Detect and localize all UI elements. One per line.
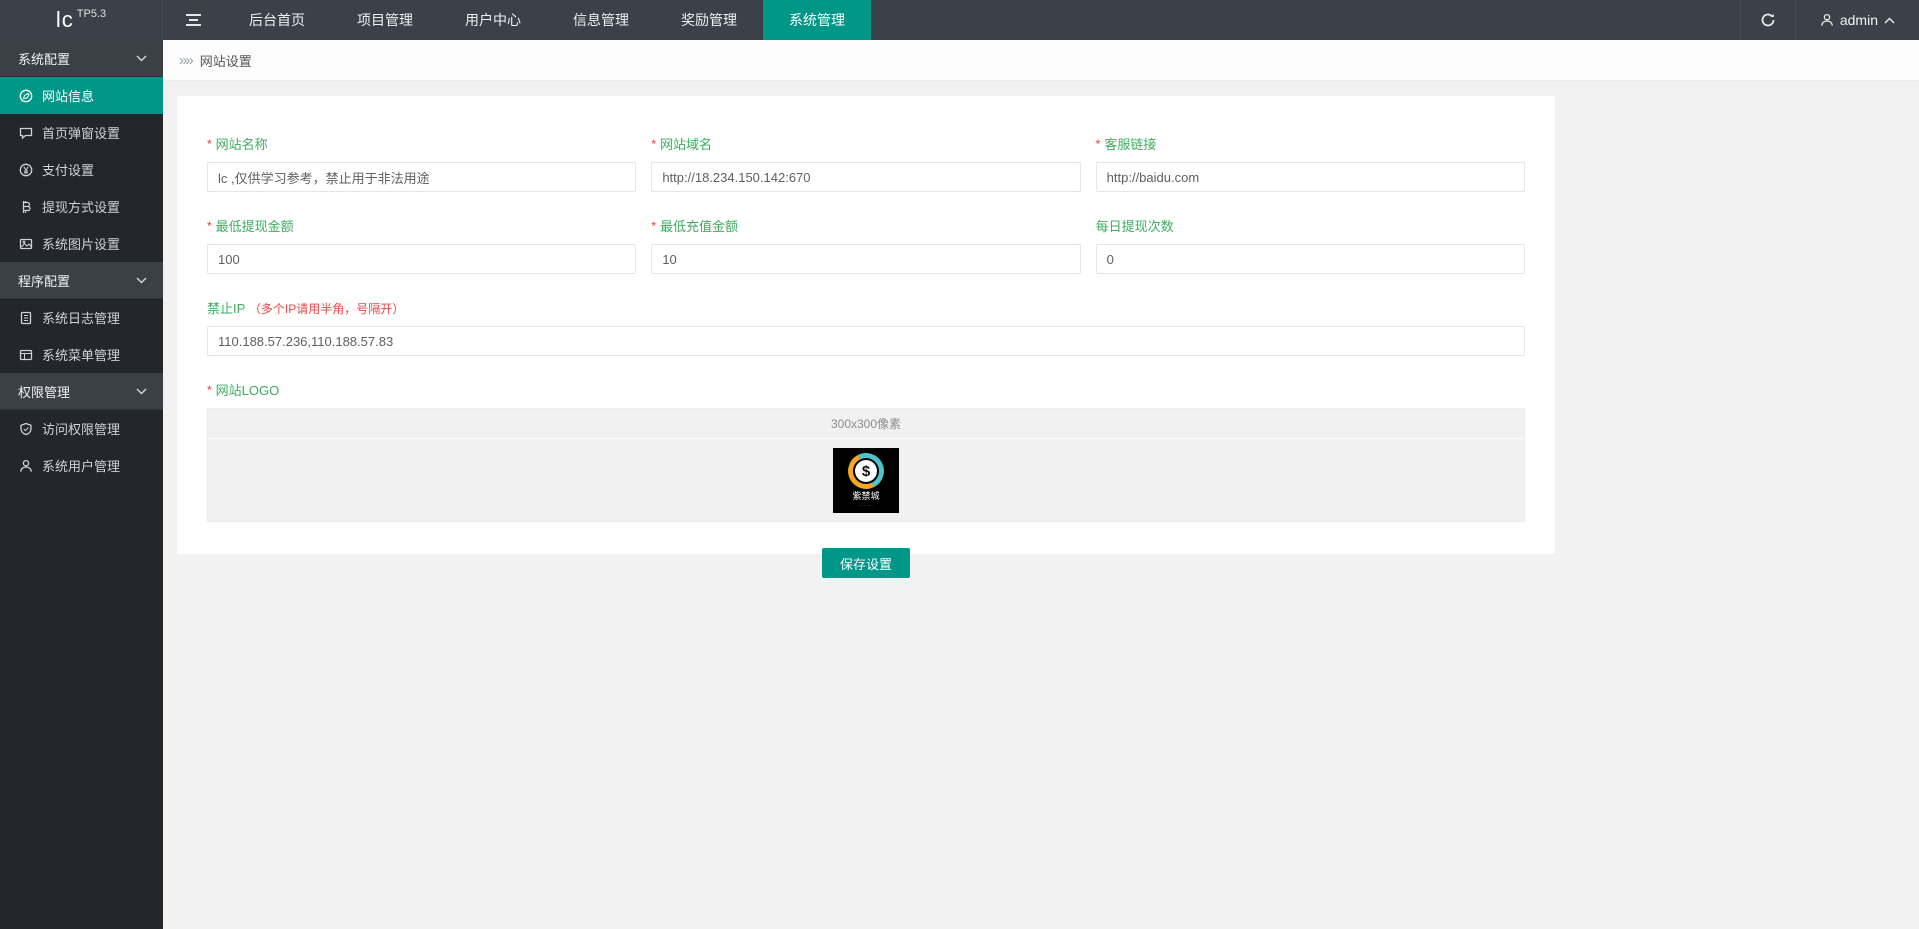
- nav-item-info[interactable]: 信息管理: [547, 0, 655, 40]
- nav-item-rewards[interactable]: 奖励管理: [655, 0, 763, 40]
- chevron-down-icon: [136, 277, 147, 284]
- sidebar-item-system-menus[interactable]: 系统菜单管理: [0, 336, 163, 373]
- field-label: *客服链接: [1096, 134, 1525, 153]
- sidebar-item-site-info[interactable]: 网站信息: [0, 77, 163, 114]
- username: admin: [1840, 12, 1878, 28]
- required-asterisk: *: [207, 219, 212, 233]
- section-title: 权限管理: [18, 382, 70, 401]
- breadcrumb: »» 网站设置: [163, 40, 1919, 81]
- app-logo[interactable]: lc TP5.3: [0, 0, 163, 40]
- sidebar-item-image-settings[interactable]: 系统图片设置: [0, 225, 163, 262]
- sidebar-item-popup-settings[interactable]: 首页弹窗设置: [0, 114, 163, 151]
- nav-item-dashboard[interactable]: 后台首页: [223, 0, 331, 40]
- sidebar-section-program-config[interactable]: 程序配置: [0, 262, 163, 299]
- field-label: 每日提现次数: [1096, 216, 1525, 235]
- field-site-domain: *网站域名: [651, 134, 1080, 192]
- dollar-icon: $: [855, 460, 877, 482]
- field-label: *最低充值金额: [651, 216, 1080, 235]
- refresh-icon[interactable]: [1740, 0, 1795, 40]
- field-label: *网站名称: [207, 134, 636, 153]
- site-name-input[interactable]: [207, 162, 636, 192]
- sidebar: 系统配置 网站信息 首页弹窗设置 支付设置 提现方式设置 系统图片设置 程序配置…: [0, 40, 163, 929]
- user-icon: [18, 459, 33, 473]
- min-recharge-input[interactable]: [651, 244, 1080, 274]
- required-asterisk: *: [1096, 137, 1101, 151]
- app-logo-version: TP5.3: [77, 8, 106, 20]
- chevron-down-icon: [136, 55, 147, 62]
- min-withdraw-input[interactable]: [207, 244, 636, 274]
- required-asterisk: *: [651, 137, 656, 151]
- site-logo-image[interactable]: $ 紫禁城 · · · · · ·: [833, 448, 899, 513]
- sidebar-item-label: 提现方式设置: [42, 197, 120, 216]
- nav-item-system[interactable]: 系统管理: [763, 0, 871, 40]
- app-logo-text: lc: [56, 7, 74, 33]
- field-daily-withdraw-count: 每日提现次数: [1096, 216, 1525, 274]
- logo-subtext-line: · · · · · ·: [859, 503, 873, 508]
- user-icon: [1820, 13, 1834, 27]
- breadcrumb-current: 网站设置: [200, 51, 252, 70]
- field-label: *最低提现金额: [207, 216, 636, 235]
- logo-size-hint: 300x300像素: [208, 409, 1524, 439]
- sidebar-item-label: 系统菜单管理: [42, 345, 120, 364]
- nav-item-users[interactable]: 用户中心: [439, 0, 547, 40]
- required-asterisk: *: [651, 219, 656, 233]
- field-label: 禁止IP （多个IP请用半角，号隔开）: [207, 298, 1525, 317]
- field-service-link: *客服链接: [1096, 134, 1525, 192]
- chevron-down-icon: [136, 388, 147, 395]
- daily-withdraw-count-input[interactable]: [1096, 244, 1525, 274]
- shield-check-icon: [18, 422, 33, 436]
- sidebar-item-label: 支付设置: [42, 160, 94, 179]
- field-site-logo: *网站LOGO 300x300像素 $ 紫禁城 · · · · · ·: [207, 380, 1525, 522]
- nav-item-projects[interactable]: 项目管理: [331, 0, 439, 40]
- site-domain-input[interactable]: [651, 162, 1080, 192]
- sidebar-item-label: 系统用户管理: [42, 456, 120, 475]
- section-title: 程序配置: [18, 271, 70, 290]
- yen-circle-icon: [18, 163, 33, 177]
- topbar-right: admin: [1740, 0, 1919, 40]
- sidebar-item-label: 系统日志管理: [42, 308, 120, 327]
- field-banned-ip: 禁止IP （多个IP请用半角，号隔开）: [207, 298, 1525, 356]
- sidebar-item-system-logs[interactable]: 系统日志管理: [0, 299, 163, 336]
- logo-upload-box: 300x300像素 $ 紫禁城 · · · · · ·: [207, 408, 1525, 522]
- logo-preview-area: $ 紫禁城 · · · · · ·: [208, 439, 1524, 521]
- double-chevron-icon: »»: [179, 52, 192, 69]
- banned-ip-input[interactable]: [207, 326, 1525, 356]
- settings-form-card: *网站名称 *网站域名 *客服链接 *最低提现金额 *最低充值金额 每日提现: [176, 95, 1556, 555]
- sidebar-item-label: 网站信息: [42, 86, 94, 105]
- sidebar-item-withdraw-settings[interactable]: 提现方式设置: [0, 188, 163, 225]
- bitcoin-icon: [18, 200, 33, 214]
- edit-circle-icon: [18, 89, 33, 103]
- sidebar-item-system-users[interactable]: 系统用户管理: [0, 447, 163, 484]
- log-icon: [18, 311, 33, 325]
- chevron-up-icon: [1884, 17, 1895, 24]
- menu-grid-icon: [18, 348, 33, 362]
- comment-icon: [18, 126, 33, 140]
- field-label: *网站域名: [651, 134, 1080, 153]
- required-asterisk: *: [207, 383, 212, 397]
- section-title: 系统配置: [18, 49, 70, 68]
- sidebar-item-payment-settings[interactable]: 支付设置: [0, 151, 163, 188]
- topbar: lc TP5.3 后台首页 项目管理 用户中心 信息管理 奖励管理 系统管理 a…: [0, 0, 1919, 40]
- field-site-name: *网站名称: [207, 134, 636, 192]
- field-min-withdraw: *最低提现金额: [207, 216, 636, 274]
- sidebar-item-access-permissions[interactable]: 访问权限管理: [0, 410, 163, 447]
- logo-brand-text: 紫禁城: [852, 491, 879, 501]
- hamburger-menu-icon[interactable]: [163, 0, 223, 40]
- field-hint: （多个IP请用半角，号隔开）: [249, 302, 404, 316]
- sidebar-item-label: 访问权限管理: [42, 419, 120, 438]
- field-label: *网站LOGO: [207, 380, 1525, 399]
- save-settings-button[interactable]: 保存设置: [822, 548, 910, 578]
- logo-ring-graphic: $: [843, 448, 888, 493]
- sidebar-section-permissions[interactable]: 权限管理: [0, 373, 163, 410]
- main-content: »» 网站设置 *网站名称 *网站域名 *客服链接 *最低提现金额: [163, 40, 1919, 929]
- image-icon: [18, 237, 33, 251]
- sidebar-item-label: 系统图片设置: [42, 234, 120, 253]
- top-nav: 后台首页 项目管理 用户中心 信息管理 奖励管理 系统管理: [223, 0, 871, 40]
- sidebar-item-label: 首页弹窗设置: [42, 123, 120, 142]
- service-link-input[interactable]: [1096, 162, 1525, 192]
- field-min-recharge: *最低充值金额: [651, 216, 1080, 274]
- required-asterisk: *: [207, 137, 212, 151]
- user-menu[interactable]: admin: [1795, 0, 1919, 40]
- sidebar-section-system-config[interactable]: 系统配置: [0, 40, 163, 77]
